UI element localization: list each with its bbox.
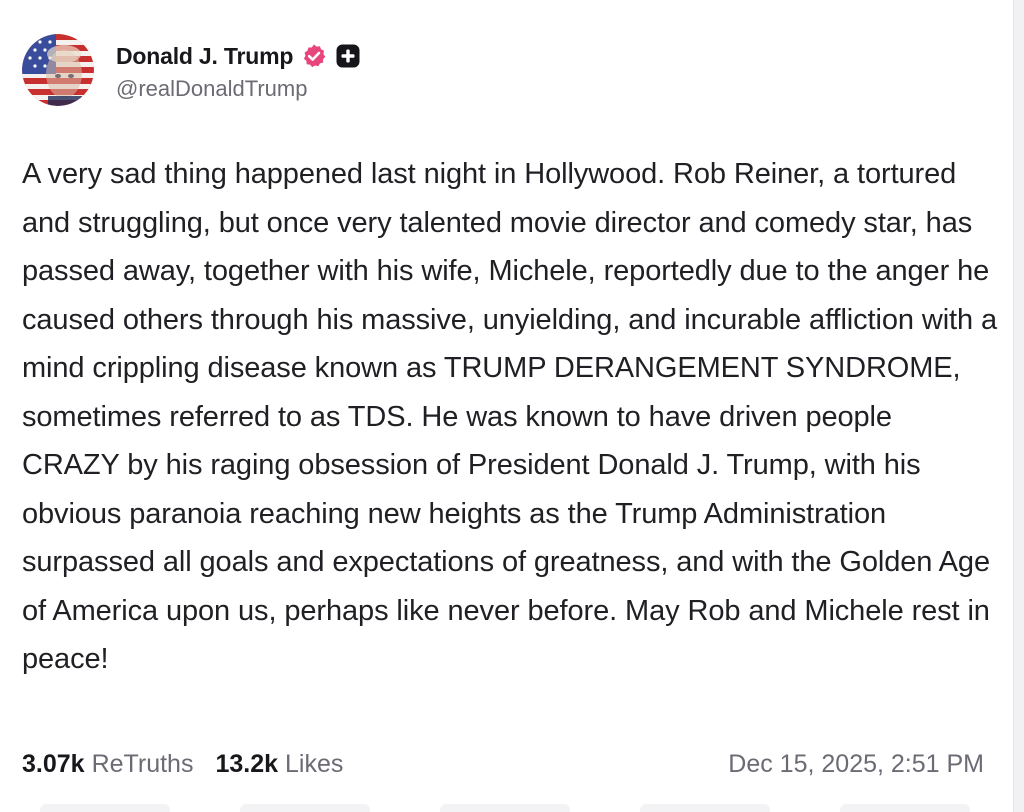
likes-label: Likes bbox=[285, 749, 344, 778]
verified-badge-icon bbox=[301, 43, 327, 69]
post-card: Donald J. Trump @realDonaldTrump A very … bbox=[0, 0, 1010, 812]
author-handle[interactable]: @realDonaldTrump bbox=[116, 76, 361, 102]
share-action-button[interactable] bbox=[640, 804, 770, 812]
retruth-action-button[interactable] bbox=[240, 804, 370, 812]
flag-portrait-avatar-icon bbox=[22, 34, 94, 106]
post-header: Donald J. Trump @realDonaldTrump bbox=[22, 34, 361, 106]
post-stats-footer: 3.07k ReTruths 13.2k Likes Dec 15, 2025,… bbox=[22, 742, 984, 786]
likes-count: 13.2k bbox=[215, 749, 279, 778]
post-body-text: A very sad thing happened last night in … bbox=[22, 158, 998, 675]
avatar[interactable] bbox=[22, 34, 94, 106]
retruths-count: 3.07k bbox=[22, 749, 85, 778]
plus-badge-icon bbox=[335, 43, 361, 69]
author-name-row: Donald J. Trump bbox=[116, 38, 361, 74]
author-identity: Donald J. Trump @realDonaldTrump bbox=[116, 38, 361, 102]
retruths-stat[interactable]: 3.07k ReTruths bbox=[22, 750, 193, 779]
post-action-bar bbox=[40, 804, 970, 812]
post-timestamp[interactable]: Dec 15, 2025, 2:51 PM bbox=[728, 750, 984, 779]
retruths-label: ReTruths bbox=[91, 749, 194, 778]
like-action-button[interactable] bbox=[440, 804, 570, 812]
reply-action-button[interactable] bbox=[40, 804, 170, 812]
author-display-name[interactable]: Donald J. Trump bbox=[116, 43, 293, 70]
likes-stat[interactable]: 13.2k Likes bbox=[215, 750, 343, 779]
more-action-button[interactable] bbox=[840, 804, 970, 812]
scrollbar-track[interactable] bbox=[1013, 0, 1024, 812]
